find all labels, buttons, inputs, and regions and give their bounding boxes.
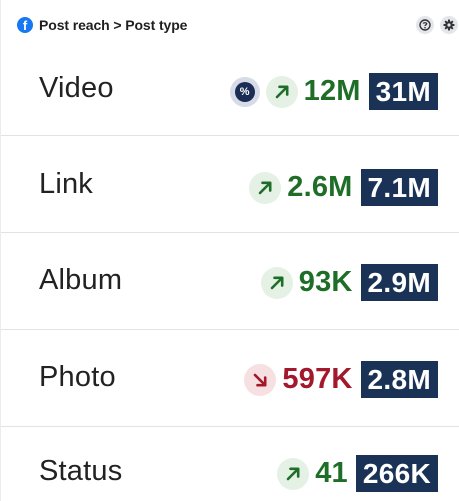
percent-badge: %: [229, 76, 260, 107]
change-value: 12M: [303, 75, 361, 107]
settings-button[interactable]: [440, 16, 458, 34]
trend-up-icon: [265, 75, 298, 108]
row-label: Album: [39, 264, 123, 296]
widget-header: f Post reach > Post type: [1, 0, 459, 50]
row-metrics: 41 266K: [277, 455, 438, 492]
row-video: Video % 12M 31M: [1, 50, 459, 136]
change-value: 41: [315, 457, 348, 489]
widget-title: Post reach > Post type: [39, 17, 188, 33]
row-metrics: 93K 2.9M: [260, 264, 438, 301]
row-photo: Photo 597K 2.8M: [1, 330, 459, 427]
post-reach-widget: f Post reach > Post type Video % 12M 31M…: [0, 0, 459, 501]
row-link: Link 2.6M 7.1M: [1, 136, 459, 233]
help-icon: [419, 19, 431, 31]
total-value: 2.8M: [360, 361, 438, 398]
row-label: Status: [39, 455, 123, 487]
row-label: Link: [39, 168, 93, 200]
total-value: 7.1M: [360, 169, 438, 206]
percent-icon: %: [234, 81, 255, 102]
row-metrics: 597K 2.8M: [244, 361, 438, 398]
help-button[interactable]: [416, 16, 434, 34]
trend-up-icon: [249, 171, 282, 204]
row-label: Video: [39, 72, 114, 104]
change-value: 93K: [298, 266, 353, 298]
row-album: Album 93K 2.9M: [1, 233, 459, 330]
gear-icon: [443, 19, 455, 31]
trend-up-icon: [260, 266, 293, 299]
change-value: 2.6M: [287, 171, 353, 203]
change-value: 597K: [282, 363, 353, 395]
trend-down-icon: [244, 363, 277, 396]
facebook-icon: f: [17, 17, 33, 33]
trend-up-icon: [277, 457, 310, 490]
total-value: 266K: [355, 455, 438, 492]
row-metrics: % 12M 31M: [229, 73, 438, 110]
row-metrics: 2.6M 7.1M: [249, 169, 438, 206]
row-label: Photo: [39, 361, 116, 393]
total-value: 31M: [368, 73, 438, 110]
total-value: 2.9M: [360, 264, 438, 301]
row-status: Status 41 266K: [1, 427, 459, 501]
